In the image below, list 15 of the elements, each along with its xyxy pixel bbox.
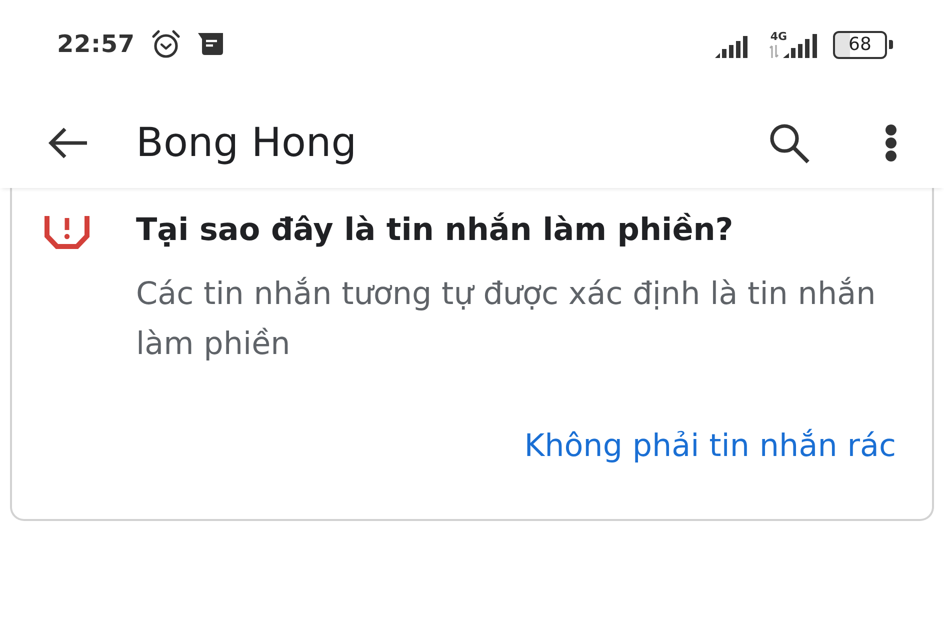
alarm-clock-icon (150, 29, 181, 59)
spam-reason-text: Các tin nhắn tương tự được xác định là tin nhắn làm phiền (136, 275, 877, 364)
note-icon (198, 33, 223, 55)
spam-reason-title: Tại sao đây là tin nhắn làm phiền? (136, 211, 734, 250)
more-options-icon[interactable] (885, 124, 897, 162)
conversation-title: Bong Hong (136, 120, 358, 166)
signal-icon (715, 36, 749, 58)
data-arrows-icon (769, 44, 779, 58)
status-time: 22:57 (57, 30, 135, 58)
spam-warning-icon (44, 216, 90, 250)
search-icon[interactable] (768, 122, 810, 164)
battery-indicator: 68 (833, 30, 893, 58)
network-type-label: 4G (770, 30, 787, 42)
back-arrow-icon[interactable] (48, 127, 88, 159)
not-spam-link[interactable]: Không phải tin nhắn rác (524, 426, 896, 466)
